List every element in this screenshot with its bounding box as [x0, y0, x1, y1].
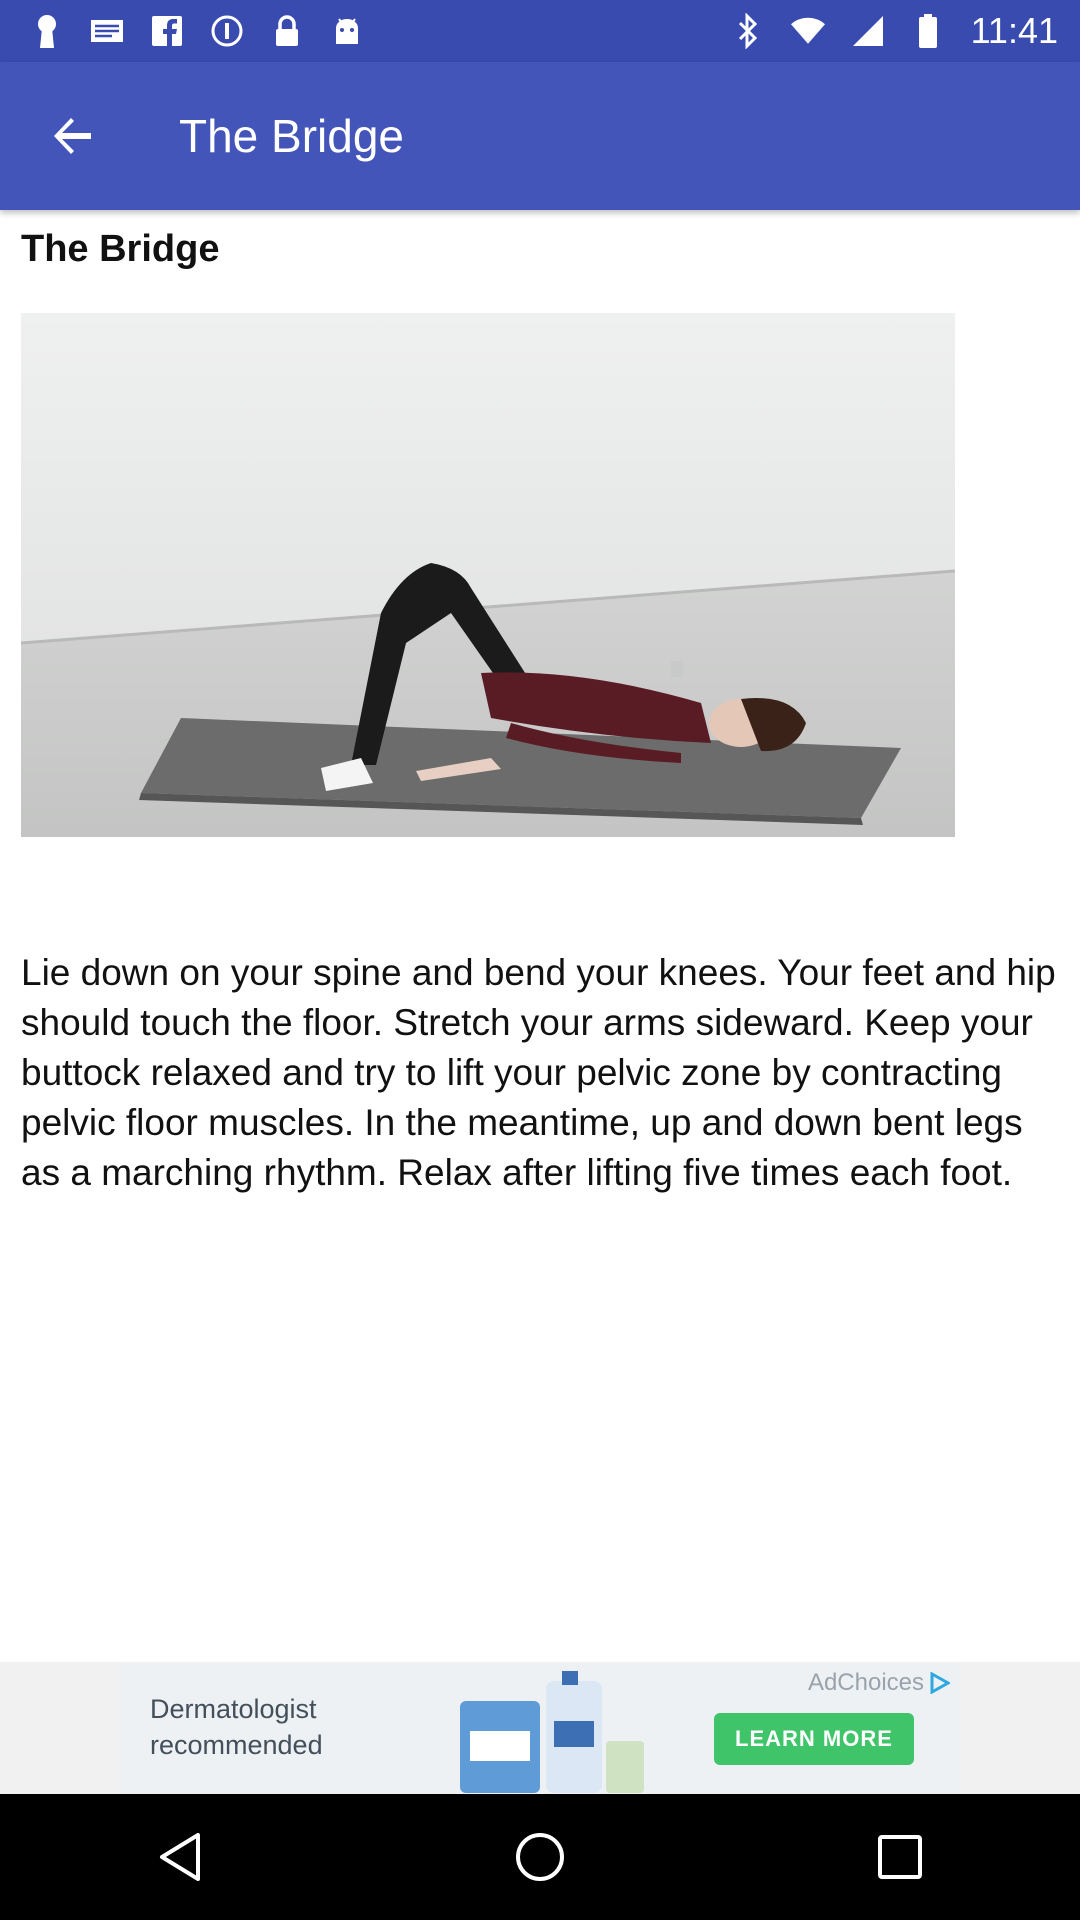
exercise-description: Lie down on your spine and bend your kne… [21, 952, 1056, 1193]
status-bar: 11:41 [0, 0, 1080, 62]
home-circle-icon [516, 1833, 564, 1881]
recents-square-icon [878, 1835, 922, 1879]
arrow-back-icon [54, 118, 91, 154]
exercise-image [21, 313, 955, 837]
battery-icon [911, 14, 945, 48]
android-icon [330, 14, 364, 48]
system-nav-bar [0, 1794, 1080, 1920]
adchoices-link[interactable]: AdChoices [808, 1669, 950, 1697]
status-time: 11:41 [970, 10, 1058, 51]
back-triangle-icon [160, 1833, 200, 1881]
mail-icon [90, 14, 124, 48]
app-bar: The Bridge [0, 62, 1080, 210]
ad-text-line1: Dermatologist [150, 1694, 317, 1724]
ad-text: Dermatologist recommended [150, 1691, 323, 1763]
lock-icon [270, 14, 304, 48]
info-icon [210, 14, 244, 48]
adchoices-label: AdChoices [807, 1669, 924, 1696]
nav-back-button[interactable] [130, 1807, 230, 1907]
nav-recents-button[interactable] [850, 1807, 950, 1907]
page-title: The Bridge [179, 110, 405, 162]
facebook-icon [150, 14, 184, 48]
exercise-title: The Bridge [21, 228, 220, 270]
wifi-icon [790, 14, 825, 48]
bluetooth-icon [731, 13, 765, 49]
status-notification-icons [30, 14, 364, 48]
status-system-icons: 11:41 [731, 10, 1058, 52]
ad-banner[interactable]: Dermatologist recommended AdChoices LEAR… [120, 1663, 960, 1793]
signal-icon [851, 14, 885, 48]
keyhole-icon [30, 14, 64, 48]
back-button[interactable] [18, 81, 128, 191]
nav-home-button[interactable] [490, 1807, 590, 1907]
learn-more-button[interactable]: LEARN MORE [714, 1713, 914, 1765]
ad-text-line2: recommended [150, 1730, 323, 1760]
adchoices-icon [930, 1672, 950, 1694]
product-bottles-image [460, 1671, 644, 1793]
